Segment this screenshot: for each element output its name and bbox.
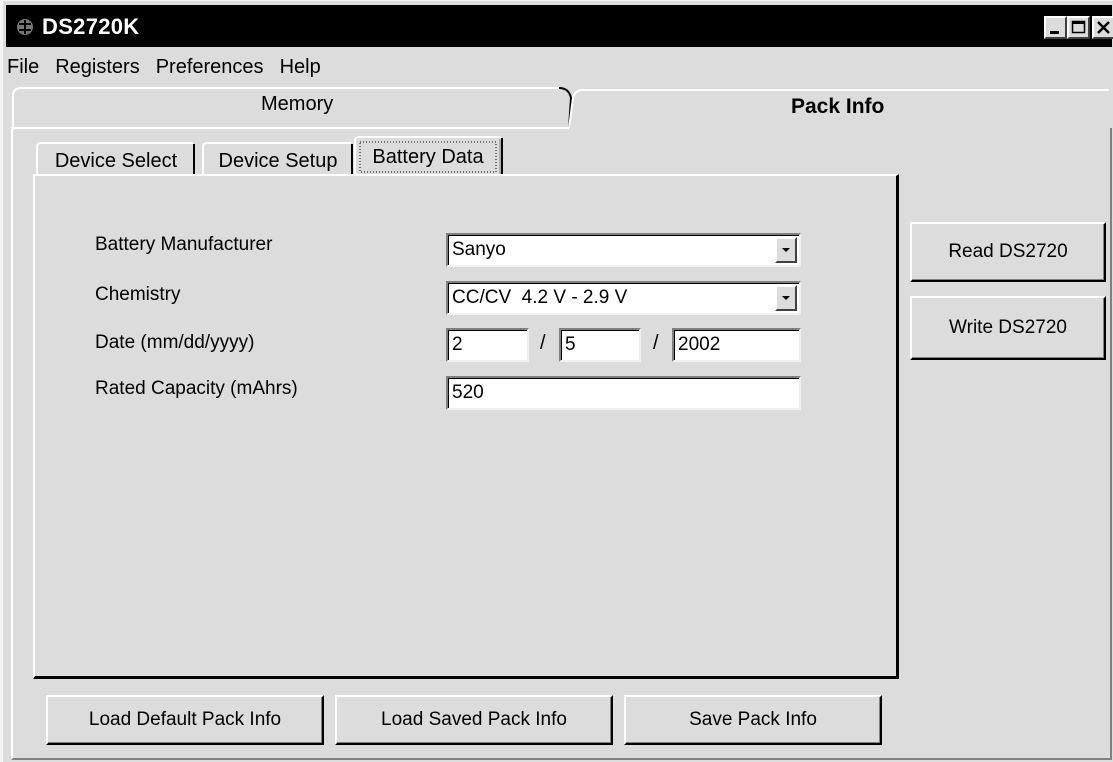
maximize-icon [1071,20,1086,34]
app-window: DS2720K File Registers Preferences Help [0,0,1113,762]
manufacturer-value: Sanyo [452,239,506,260]
manufacturer-dropdown-button[interactable] [775,237,797,263]
date-day-input[interactable]: 5 [559,328,641,362]
close-button[interactable] [1092,16,1113,39]
maximize-button[interactable] [1067,16,1090,39]
chemistry-label: Chemistry [95,284,181,305]
window-title: DS2720K [42,14,140,39]
outer-tab-shapes [11,87,1109,130]
date-separator: / [540,332,546,354]
date-month-value: 2 [452,334,463,355]
tab-battery-data[interactable]: Battery Data [359,136,497,178]
chevron-down-icon [782,248,790,252]
date-year-input[interactable]: 2002 [672,328,801,362]
menu-preferences[interactable]: Preferences [148,56,272,79]
title-bar[interactable]: DS2720K [6,5,1113,47]
chevron-down-icon [782,296,790,300]
date-label: Date (mm/dd/yyyy) [95,332,255,353]
menu-bar: File Registers Preferences Help [6,49,1112,85]
date-month-input[interactable]: 2 [446,328,529,362]
app-icon [17,19,33,35]
save-pack-info-button[interactable]: Save Pack Info [624,695,882,745]
manufacturer-label: Battery Manufacturer [95,234,273,255]
capacity-value: 520 [452,382,484,403]
chemistry-dropdown-button[interactable] [775,285,797,311]
read-ds2720-button[interactable]: Read DS2720 [910,222,1106,282]
capacity-label: Rated Capacity (mAhrs) [95,378,298,399]
menu-help[interactable]: Help [272,56,329,79]
date-year-value: 2002 [678,334,721,355]
write-ds2720-button[interactable]: Write DS2720 [910,296,1106,360]
load-saved-pack-info-button[interactable]: Load Saved Pack Info [335,695,613,745]
minimize-icon [1050,31,1059,34]
minimize-button[interactable] [1044,16,1067,39]
load-default-pack-info-button[interactable]: Load Default Pack Info [46,695,324,745]
capacity-input[interactable]: 520 [446,376,801,410]
date-separator: / [653,332,659,354]
manufacturer-dropdown[interactable]: Sanyo [446,233,801,267]
chemistry-value: CC/CV 4.2 V - 2.9 V [452,287,628,308]
menu-file[interactable]: File [6,56,47,79]
outer-tab-strip: Memory Pack Info [3,86,1113,130]
menu-registers[interactable]: Registers [47,56,147,79]
tab-memory[interactable]: Memory [261,93,333,116]
close-icon [1097,21,1110,34]
date-day-value: 5 [565,334,576,355]
chemistry-dropdown[interactable]: CC/CV 4.2 V - 2.9 V [446,281,801,315]
tab-pack-info[interactable]: Pack Info [791,95,884,119]
